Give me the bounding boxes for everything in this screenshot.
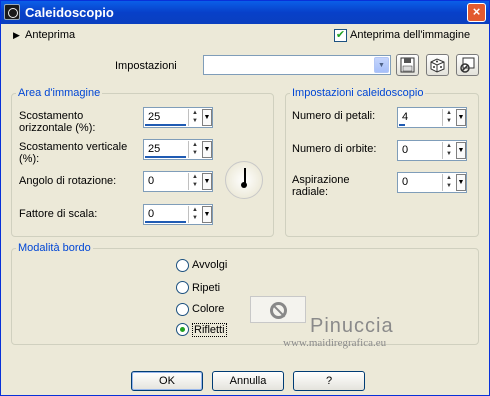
spin-down-icon[interactable]: ▼ — [192, 150, 198, 156]
chevron-down-icon[interactable]: ▼ — [456, 142, 466, 159]
rotation-spinner[interactable]: 0 ▲ ▼ ▼ — [143, 171, 213, 192]
image-area-legend: Area d'immagine — [18, 87, 101, 99]
title-bar[interactable]: Caleidoscopio × — [1, 1, 489, 24]
h-offset-value[interactable]: 25 — [148, 111, 160, 123]
petals-slider[interactable] — [399, 124, 405, 126]
preview-toggle[interactable]: Anteprima — [25, 29, 75, 41]
close-button[interactable]: × — [467, 3, 486, 22]
spin-arrows-icon[interactable]: ▲ ▼ — [442, 109, 455, 126]
expand-arrow-icon[interactable]: ▶ — [13, 30, 20, 41]
radio-color-label[interactable]: Colore — [192, 303, 224, 315]
spin-down-icon[interactable]: ▼ — [192, 118, 198, 124]
rotation-label: Angolo di rotazione: — [19, 175, 117, 187]
orbits-value[interactable]: 0 — [402, 144, 408, 156]
image-preview-label: Anteprima dell'immagine — [350, 29, 471, 41]
app-icon — [4, 4, 20, 20]
preview-row: ▶ Anteprima ✔ Anteprima dell'immagine — [1, 25, 489, 47]
v-offset-label: Scostamento verticale (%): — [19, 141, 128, 165]
rotation-value[interactable]: 0 — [148, 175, 154, 187]
border-mode-legend: Modalità bordo — [18, 242, 91, 254]
radio-repeat-label[interactable]: Ripeti — [192, 282, 220, 294]
delete-preset-button[interactable] — [456, 54, 479, 76]
h-offset-label: Scostamento orizzontale (%): — [19, 110, 96, 134]
radio-wrap-label[interactable]: Avvolgi — [192, 259, 227, 271]
kaleidoscope-dialog: Caleidoscopio × ▶ Anteprima ✔ Anteprima … — [0, 0, 490, 396]
v-offset-spinner[interactable]: 25 ▲ ▼ ▼ — [143, 139, 213, 160]
radial-label: Aspirazione radiale: — [292, 174, 350, 198]
no-color-icon — [270, 302, 287, 319]
spin-up-icon[interactable]: ▲ — [192, 110, 198, 116]
scale-label: Fattore di scala: — [19, 208, 98, 220]
border-mode-group: Modalità bordo — [11, 242, 479, 345]
ok-button[interactable]: OK — [131, 371, 203, 391]
spin-down-icon[interactable]: ▼ — [446, 183, 452, 189]
chevron-down-icon[interactable]: ▼ — [456, 174, 466, 191]
watermark-url: www.maidiregrafica.eu — [283, 337, 387, 349]
v-offset-value[interactable]: 25 — [148, 143, 160, 155]
spin-down-icon[interactable]: ▼ — [192, 215, 198, 221]
h-offset-slider[interactable] — [145, 124, 186, 126]
spin-down-icon[interactable]: ▼ — [192, 182, 198, 188]
chevron-down-icon[interactable]: ▼ — [202, 206, 212, 223]
scale-slider[interactable] — [145, 221, 186, 223]
radio-reflect-label[interactable]: Rifletti — [192, 323, 227, 337]
image-preview-checkbox[interactable]: ✔ — [334, 29, 347, 42]
radio-repeat[interactable] — [176, 281, 189, 294]
spin-up-icon[interactable]: ▲ — [446, 110, 452, 116]
settings-label: Impostazioni — [115, 60, 177, 72]
spin-up-icon[interactable]: ▲ — [192, 207, 198, 213]
scale-value[interactable]: 0 — [148, 208, 154, 220]
spin-arrows-icon[interactable]: ▲ ▼ — [188, 206, 201, 223]
radio-color[interactable] — [176, 303, 189, 316]
spin-down-icon[interactable]: ▼ — [446, 118, 452, 124]
help-button[interactable]: ? — [293, 371, 365, 391]
chevron-down-icon[interactable]: ▼ — [202, 109, 212, 126]
spin-up-icon[interactable]: ▲ — [446, 175, 452, 181]
save-preset-button[interactable] — [396, 54, 419, 76]
orbits-label: Numero di orbite: — [292, 143, 377, 155]
spin-up-icon[interactable]: ▲ — [192, 142, 198, 148]
chevron-down-icon[interactable]: ▼ — [374, 57, 389, 73]
window-title: Caleidoscopio — [25, 5, 114, 20]
spin-arrows-icon[interactable]: ▲ ▼ — [188, 173, 201, 190]
spin-down-icon[interactable]: ▼ — [446, 151, 452, 157]
chevron-down-icon[interactable]: ▼ — [456, 109, 466, 126]
spin-arrows-icon[interactable]: ▲ ▼ — [442, 142, 455, 159]
petals-label: Numero di petali: — [292, 110, 376, 122]
spin-arrows-icon[interactable]: ▲ ▼ — [442, 174, 455, 191]
chevron-down-icon[interactable]: ▼ — [202, 141, 212, 158]
settings-combo[interactable]: ▼ — [203, 55, 391, 75]
radio-wrap[interactable] — [176, 259, 189, 272]
kaleidoscope-settings-legend: Impostazioni caleidoscopio — [292, 87, 424, 99]
dice-icon — [430, 58, 445, 73]
radial-value[interactable]: 0 — [402, 176, 408, 188]
h-offset-spinner[interactable]: 25 ▲ ▼ ▼ — [143, 107, 213, 128]
orbits-spinner[interactable]: 0 ▲ ▼ ▼ — [397, 140, 467, 161]
petals-spinner[interactable]: 4 ▲ ▼ ▼ — [397, 107, 467, 128]
border-color-swatch[interactable] — [250, 296, 306, 323]
delete-preset-icon — [460, 57, 475, 73]
v-offset-slider[interactable] — [145, 156, 186, 158]
scale-spinner[interactable]: 0 ▲ ▼ ▼ — [143, 204, 213, 225]
watermark-name: Pinuccia — [310, 315, 394, 337]
spin-arrows-icon[interactable]: ▲ ▼ — [188, 141, 201, 158]
random-button[interactable] — [426, 54, 449, 76]
chevron-down-icon[interactable]: ▼ — [202, 173, 212, 190]
save-icon — [400, 57, 415, 73]
spin-up-icon[interactable]: ▲ — [446, 143, 452, 149]
cancel-button[interactable]: Annulla — [212, 371, 284, 391]
spin-arrows-icon[interactable]: ▲ ▼ — [188, 109, 201, 126]
rotation-dial[interactable] — [225, 161, 263, 199]
radial-spinner[interactable]: 0 ▲ ▼ ▼ — [397, 172, 467, 193]
petals-value[interactable]: 4 — [402, 111, 408, 123]
radio-reflect[interactable] — [176, 323, 189, 336]
spin-up-icon[interactable]: ▲ — [192, 174, 198, 180]
